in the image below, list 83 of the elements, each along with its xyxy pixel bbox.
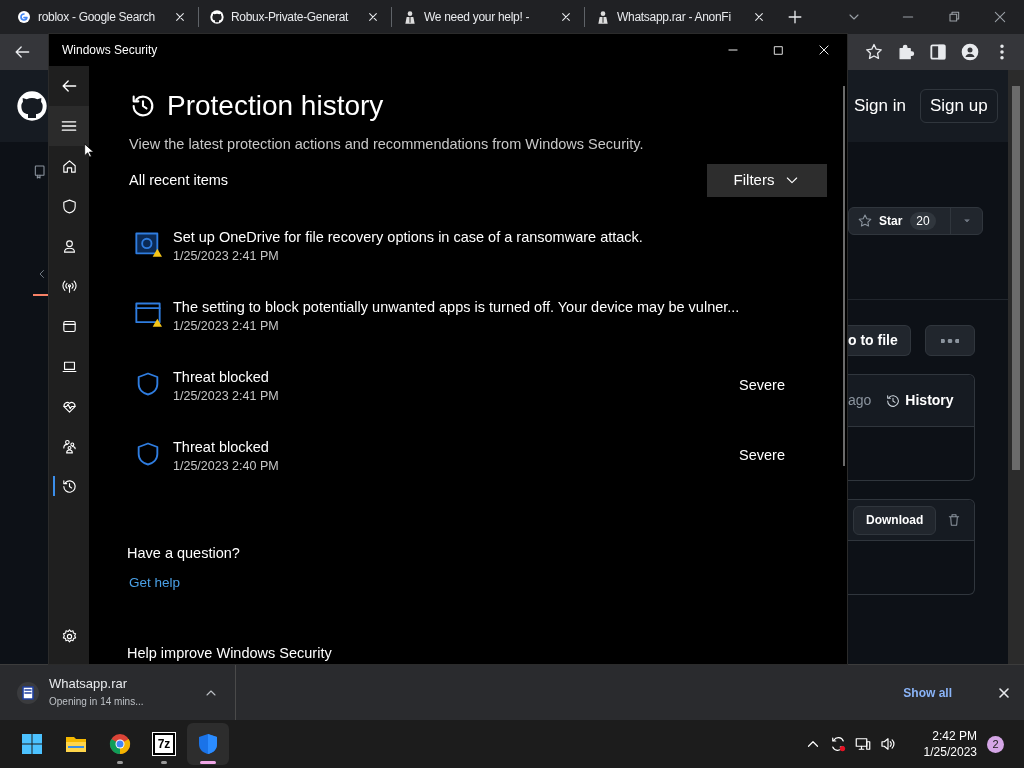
repo-icon (32, 164, 48, 180)
scrollbar[interactable] (843, 86, 845, 466)
running-indicator (117, 761, 123, 764)
filters-button[interactable]: Filters (707, 163, 827, 197)
menu-button[interactable] (49, 106, 89, 146)
chrome-icon (108, 732, 132, 756)
google-icon (16, 9, 32, 25)
item-time: 1/25/2023 2:41 PM (173, 317, 280, 335)
history-item[interactable]: Set up OneDrive for file recovery options in case of a ransomware attack. 1/25/2023 2:41 PM (129, 220, 789, 291)
history-icon (885, 392, 902, 409)
windows-logo-icon (20, 732, 44, 756)
get-help-link[interactable]: Get help (129, 572, 181, 593)
star-icon (857, 213, 873, 229)
shield-icon (196, 732, 220, 756)
browser-tab[interactable]: We need your help! - (396, 2, 580, 32)
time-ago-text: ago (848, 391, 872, 410)
window-title: Windows Security (62, 42, 158, 59)
settings-icon (60, 627, 78, 645)
show-all-link[interactable]: Show all (903, 683, 952, 702)
severity-label: Severe (739, 375, 785, 395)
running-indicator (161, 761, 167, 764)
section-heading: Help improve Windows Security (127, 643, 333, 663)
item-time: 1/25/2023 2:41 PM (173, 387, 280, 405)
item-time: 1/25/2023 2:40 PM (173, 457, 280, 475)
file-name: Whatsapp.rar (49, 676, 129, 692)
star-icon[interactable] (864, 42, 884, 62)
people-icon (60, 437, 78, 455)
restore-icon[interactable] (946, 9, 962, 25)
figure-icon (595, 9, 611, 25)
monitor-icon[interactable] (853, 735, 872, 753)
cat-logo-icon (209, 9, 225, 25)
tab-title: Whatsapp.rar - AnonFi (617, 9, 732, 26)
notification-badge[interactable]: 2 (987, 735, 1004, 753)
close-icon[interactable] (992, 9, 1008, 25)
clock-date: 1/25/2023 (923, 744, 977, 760)
history-link[interactable]: History (885, 390, 954, 411)
tab-title: Robux-Private-Generat (231, 9, 350, 26)
tab-title: We need your help! - (424, 9, 531, 26)
browser-tab[interactable]: Whatsapp.rar - AnonFi (589, 2, 773, 32)
tab-title: roblox - Google Search (38, 9, 156, 26)
home-icon (60, 157, 78, 175)
item-title: Set up OneDrive for file recovery options in case of a ransomware attack. (173, 227, 644, 247)
help-heading: Have a question? (127, 543, 241, 563)
download-button[interactable]: Download (853, 505, 937, 535)
history-item[interactable]: Threat blocked 1/25/2023 2:40 PM Severe (129, 430, 789, 501)
history-item[interactable]: Threat blocked 1/25/2023 2:41 PM Severe (129, 360, 789, 431)
figure-icon (402, 9, 418, 25)
close-icon[interactable] (817, 43, 831, 57)
browser-tab[interactable]: Robux-Private-Generat (203, 2, 387, 32)
sidebar-icon[interactable] (928, 42, 948, 62)
speaker-icon[interactable] (878, 735, 897, 753)
history-icon (60, 477, 78, 495)
scrollbar[interactable] (1008, 70, 1024, 664)
browser-tab[interactable]: roblox - Google Search (10, 2, 194, 32)
maximize-icon[interactable] (772, 43, 785, 57)
item-time: 1/25/2023 2:41 PM (173, 247, 280, 265)
intro-text: View the latest protection actions and recommendations from Windows Security. (129, 135, 645, 154)
clock-time: 2:42 PM (932, 728, 977, 744)
download-status: Opening in 14 mins... (49, 695, 144, 709)
sign-in-link[interactable]: Sign in (854, 93, 906, 119)
severity-label: Severe (739, 445, 785, 465)
profile-icon[interactable] (960, 42, 980, 62)
page-heading: Protection history (167, 89, 384, 123)
star-count: 20 (910, 212, 936, 230)
star-label: Star (879, 213, 903, 230)
archive-file-icon (16, 680, 40, 705)
go-to-file-button[interactable]: o to file (848, 325, 911, 356)
taskbar-app[interactable] (187, 723, 229, 765)
shield-icon (60, 197, 78, 215)
more-options-button[interactable] (925, 325, 975, 356)
sign-up-button[interactable]: Sign up (920, 89, 998, 123)
running-indicator (200, 761, 216, 764)
tab-underline (33, 294, 48, 296)
taskbar-app[interactable]: 7z (143, 723, 185, 765)
item-title: The setting to block potentially unwanted apps is turned off. Your device may be vulner... (173, 297, 741, 317)
item-title: Threat blocked (173, 367, 270, 387)
section-label: All recent items (129, 170, 229, 190)
star-button[interactable]: Star 20 (848, 207, 983, 235)
history-item[interactable]: The setting to block potentially unwanted apps is turned off. Your device may be vulner... 1/25/2023 2:41 PM (129, 290, 789, 361)
scrollbar-thumb[interactable] (1012, 86, 1020, 470)
item-title: Threat blocked (173, 437, 270, 457)
ellipsis-icon (941, 338, 959, 343)
clock[interactable]: 2:42 PM 1/25/2023 (923, 728, 977, 760)
